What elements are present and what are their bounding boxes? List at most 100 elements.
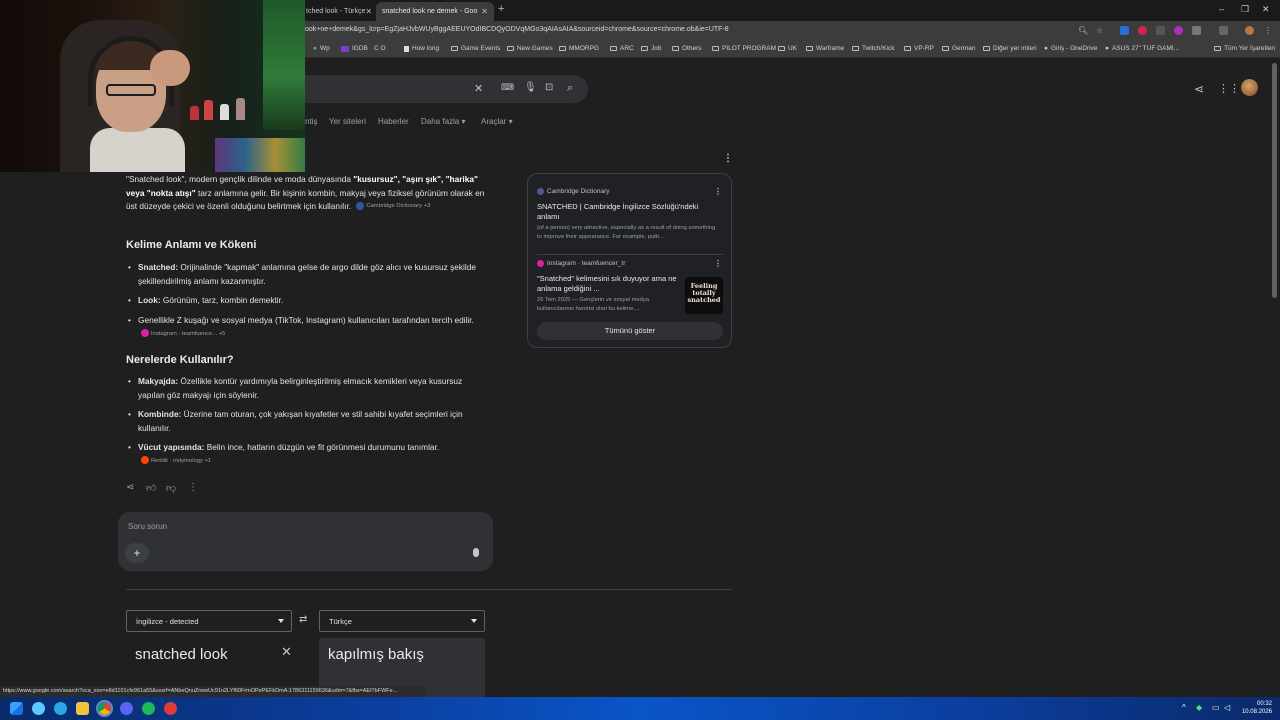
- apps-grid-icon[interactable]: ⋮⋮: [1218, 82, 1240, 95]
- tab-tools[interactable]: Araçlar ▾: [481, 117, 513, 126]
- bookmark-item[interactable]: IGDB: [341, 45, 368, 52]
- swap-languages-icon[interactable]: ⇄: [299, 614, 307, 625]
- keyboard-icon[interactable]: ⌨: [501, 82, 514, 93]
- microphone-icon[interactable]: 🎙︎: [524, 82, 537, 93]
- extension-icon[interactable]: [1120, 26, 1129, 35]
- maximize-button[interactable]: ❐: [1241, 4, 1249, 15]
- source-chip[interactable]: Instagram · teamfuence... +5: [141, 328, 225, 342]
- menu-icon[interactable]: ⋮: [1264, 26, 1272, 35]
- more-options-icon[interactable]: ⋮: [714, 187, 722, 196]
- list-item: Vücut yapısında: Belin ince, hatların dü…: [128, 441, 488, 468]
- tab-news[interactable]: Haberler: [378, 117, 409, 126]
- close-window-button[interactable]: ✕: [1262, 4, 1270, 15]
- bookmark-folder[interactable]: Diğer yer imleri: [983, 45, 1037, 52]
- bookmark-folder[interactable]: PILOT PROGRAM: [712, 45, 776, 52]
- folder-icon: [942, 46, 949, 51]
- search-box[interactable]: ✕ ⌨ 🎙︎ ⊡ ⌕: [290, 75, 588, 103]
- share-icon[interactable]: ⋖: [1194, 82, 1204, 96]
- minimize-button[interactable]: –: [1219, 4, 1224, 14]
- source-thumbnail[interactable]: Feeling totally snatched: [685, 277, 723, 314]
- folder-icon: [778, 46, 785, 51]
- microphone-icon[interactable]: [473, 548, 479, 557]
- discord-icon[interactable]: [120, 702, 133, 715]
- bookmark-folder[interactable]: VP-RP: [904, 45, 934, 52]
- url-field[interactable]: ook+ne+demek&gs_lcrp=EgZjaHJvbWUyBggAEEU…: [305, 26, 729, 33]
- bookmark-item[interactable]: ● Wp: [313, 45, 330, 52]
- bookmark-item[interactable]: How long: [404, 45, 439, 52]
- lens-icon[interactable]: ⊡: [545, 82, 553, 93]
- target-language-select[interactable]: Türkçe: [319, 610, 485, 632]
- app-icon[interactable]: [164, 702, 177, 715]
- source-chip[interactable]: Reddit · r/etymology +1: [141, 455, 211, 469]
- clock[interactable]: 00:32 10.08.2026: [1236, 700, 1272, 716]
- source-site: Instagram · teamfuencer_tr: [537, 260, 625, 267]
- tray-chevron-icon[interactable]: ^: [1182, 703, 1186, 712]
- close-icon[interactable]: ✕: [481, 7, 488, 16]
- folder-icon: [451, 46, 458, 51]
- source-snippet: 26 Tem 2025 — Gençlerin ve sosyal medya …: [537, 297, 650, 312]
- bookmark-item[interactable]: ● ASUS 27" TUF GAMI...: [1105, 45, 1179, 52]
- tab-places[interactable]: Yer siteleri: [329, 117, 366, 126]
- bookmark-folder[interactable]: UK: [778, 45, 797, 52]
- bookmark-folder[interactable]: Others: [672, 45, 702, 52]
- more-options-icon[interactable]: ⋮: [723, 153, 733, 164]
- new-tab-button[interactable]: +: [498, 3, 504, 15]
- bookmark-folder[interactable]: ARC: [610, 45, 634, 52]
- avatar[interactable]: [1241, 79, 1258, 96]
- add-button[interactable]: +: [125, 543, 149, 563]
- extensions-puzzle-icon[interactable]: [1192, 26, 1201, 35]
- sidebar-icon[interactable]: [1219, 26, 1228, 35]
- widgets-icon[interactable]: [32, 702, 45, 715]
- bookmark-folder[interactable]: Tüm Yer İşaretleri: [1214, 45, 1275, 52]
- bookmark-item[interactable]: C O: [374, 45, 386, 52]
- more-options-icon[interactable]: ⋮: [188, 482, 198, 493]
- tab-translate[interactable]: tched look - Türkçe ✕: [300, 2, 374, 21]
- bookmark-folder[interactable]: Job: [641, 45, 661, 52]
- volume-icon[interactable]: ◁: [1224, 703, 1230, 712]
- search-icon[interactable]: ⌕: [567, 82, 573, 95]
- scrollbar[interactable]: [1272, 63, 1277, 298]
- bookmark-folder[interactable]: New Games: [507, 45, 553, 52]
- source-title[interactable]: SNATCHED | Cambridge İngilizce Sözlüğü'n…: [537, 202, 707, 222]
- folder-icon: [641, 46, 648, 51]
- tab-title: snatched look ne demek - Goo: [382, 8, 478, 15]
- bookmark-item[interactable]: ● Giriş - OneDrive: [1044, 45, 1098, 52]
- bookmark-folder[interactable]: Twitch/Kick: [852, 45, 895, 52]
- bookmark-folder[interactable]: Game Events: [451, 45, 500, 52]
- profile-icon[interactable]: [1245, 26, 1254, 35]
- sources-card: Cambridge Dictionary ⋮ SNATCHED | Cambri…: [527, 173, 732, 348]
- extension-icon[interactable]: [1174, 26, 1183, 35]
- extension-icon[interactable]: [1156, 26, 1165, 35]
- zoom-icon[interactable]: 🔍︎: [1078, 26, 1088, 35]
- bookmark-star-icon[interactable]: ☆: [1096, 26, 1103, 35]
- extension-icon[interactable]: [1138, 26, 1147, 35]
- edge-icon[interactable]: [54, 702, 67, 715]
- network-icon[interactable]: ▭: [1212, 703, 1220, 712]
- tab-more[interactable]: Daha fazla ▾: [421, 117, 466, 126]
- source-title[interactable]: "Snatched" kelimesini sık duyuyor ama ne…: [537, 274, 679, 294]
- thumbs-down-icon[interactable]: 👎︎: [166, 482, 176, 494]
- source-chip[interactable]: Cambridge Dictionary +3: [356, 200, 430, 214]
- close-icon[interactable]: ✕: [365, 7, 372, 16]
- ask-placeholder: Soru sorun: [128, 522, 168, 531]
- source-language-select[interactable]: İngilizce - detected: [126, 610, 292, 632]
- file-explorer-icon[interactable]: [76, 702, 89, 715]
- ask-input[interactable]: Soru sorun +: [118, 512, 493, 571]
- thumbs-up-icon[interactable]: 👍︎: [146, 482, 156, 494]
- more-options-icon[interactable]: ⋮: [714, 259, 722, 268]
- clear-search-icon[interactable]: ✕: [474, 82, 483, 95]
- bookmark-folder[interactable]: Warframe: [806, 45, 844, 52]
- spotify-icon[interactable]: [142, 702, 155, 715]
- windows-start-icon[interactable]: [10, 702, 23, 715]
- tray-app-icon[interactable]: ◆: [1196, 703, 1202, 712]
- tab-search-active[interactable]: snatched look ne demek - Goo ✕: [376, 2, 494, 21]
- show-all-button[interactable]: Tümünü göster: [537, 322, 723, 340]
- clear-icon[interactable]: ✕: [281, 644, 292, 660]
- translate-input-value: snatched look: [135, 646, 228, 663]
- share-icon[interactable]: ⋖: [126, 482, 134, 493]
- bookmark-folder[interactable]: MMORPG: [559, 45, 599, 52]
- folder-icon: [610, 46, 617, 51]
- chrome-icon[interactable]: [96, 700, 113, 717]
- tab-partial[interactable]: ntiş: [305, 117, 317, 126]
- bookmark-folder[interactable]: German: [942, 45, 975, 52]
